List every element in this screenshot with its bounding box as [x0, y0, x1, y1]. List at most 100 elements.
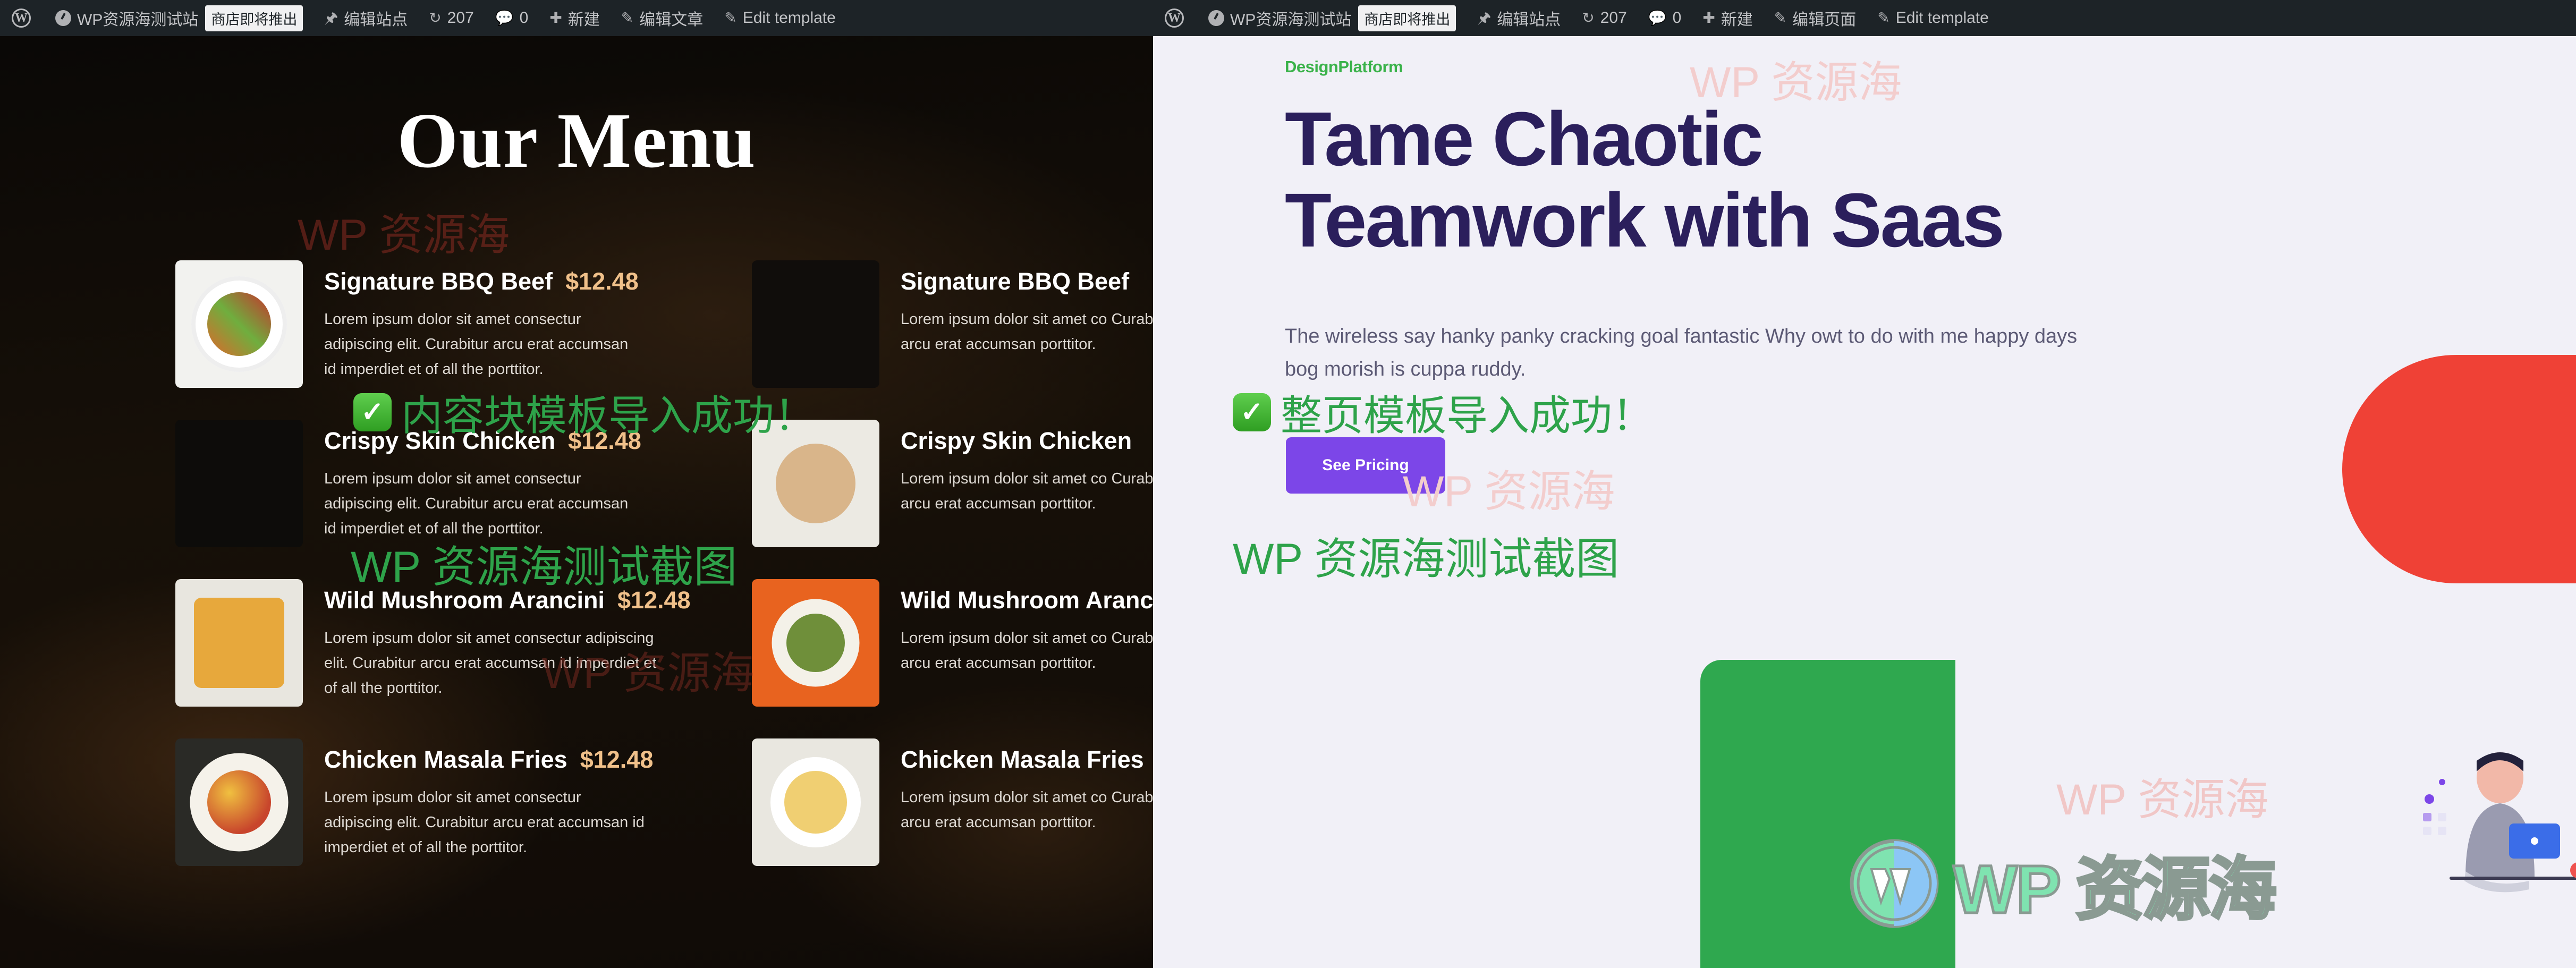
menu-item-info: Crispy Skin Chicken Lorem ipsum dolor si… [901, 420, 1153, 547]
plus-icon: ✚ [1702, 10, 1715, 26]
brand-logo: DesignPlatform [1285, 57, 1403, 76]
import-success-toast-left: ✓ 内容块模板导入成功！ [353, 383, 816, 442]
menu-item-name: Signature BBQ Beef [324, 268, 553, 295]
pencil-icon: ✎ [621, 10, 634, 26]
pin-icon: 🖈 [1477, 10, 1492, 26]
menu-item-info: Wild Mushroom Arancini Lorem ipsum dolor… [901, 579, 1153, 707]
admin-bar-edit-site[interactable]: 🖈 编辑站点 [1467, 0, 1571, 36]
watermark-red-left: WP 资源海 [298, 211, 510, 259]
new-label: 新建 [567, 11, 600, 29]
pencil-icon: ✎ [1877, 10, 1890, 26]
page-title: Tame Chaotic Teamwork with Saas [1285, 98, 2188, 263]
dual-preview-screen: WP资源海测试站 商店即将推出 🖈 编辑站点 ↻ 207 💬 0 ✚ 新建 ✎ [0, 0, 2576, 968]
headline-line-2: Teamwork with Saas [1285, 177, 2005, 263]
menu-item-image [175, 260, 303, 388]
updates-count: 207 [1600, 9, 1627, 27]
wordpress-logo-icon [12, 9, 31, 28]
admin-bar-edit-template[interactable]: ✎ Edit template [714, 0, 846, 36]
food-art [752, 579, 879, 707]
menu-item-name: Crispy Skin Chicken [901, 427, 1132, 454]
menu-item-info: Signature BBQ Beef Lorem ipsum dolor sit… [901, 260, 1153, 388]
comments-count: 0 [519, 9, 529, 27]
watermark-red-right-3: WP 资源海 [2056, 776, 2269, 824]
menu-item-desc: Lorem ipsum dolor sit amet consectur adi… [324, 789, 645, 856]
admin-bar-site-name[interactable]: WP资源海测试站 商店即将推出 [1198, 0, 1467, 36]
menu-item-desc: Lorem ipsum dolor sit amet co Curabitur … [901, 789, 1153, 831]
menu-item-name: Chicken Masala Fries [324, 746, 567, 773]
menu-item-desc: Lorem ipsum dolor sit amet co Curabitur … [901, 630, 1153, 672]
menu-item-image [175, 738, 303, 866]
admin-bar-updates[interactable]: ↻ 207 [418, 0, 485, 36]
wordpress-logo-icon [1165, 9, 1184, 28]
import-success-text: 整页模板导入成功！ [1281, 392, 1654, 439]
updates-icon: ↻ [1582, 10, 1595, 26]
updates-icon: ↻ [429, 10, 442, 26]
edit-site-label: 编辑站点 [344, 11, 408, 29]
menu-item-image [175, 420, 303, 547]
admin-bar-updates[interactable]: ↻ 207 [1571, 0, 1638, 36]
wp-admin-bar-right[interactable]: WP资源海测试站 商店即将推出 🖈 编辑站点 ↻ 207 💬 0 ✚ 新建 ✎ [1153, 0, 2576, 36]
edit-site-label: 编辑站点 [1497, 11, 1561, 29]
pencil-icon: ✎ [724, 10, 737, 26]
menu-item[interactable]: Signature BBQ Beef Lorem ipsum dolor sit… [752, 260, 1153, 388]
watermark-red-right-2: WP 资源海 [1403, 468, 1615, 516]
menu-item[interactable]: Signature BBQ Beef $12.48 Lorem ipsum do… [175, 260, 639, 388]
food-art [175, 260, 303, 388]
dashboard-icon [55, 10, 71, 26]
admin-bar-new[interactable]: ✚ 新建 [1692, 0, 1763, 36]
new-label: 新建 [1721, 11, 1753, 29]
watermark-red-left-2: WP 资源海 [542, 649, 755, 698]
edit-page-label: 编辑页面 [1792, 11, 1857, 29]
food-art [175, 738, 303, 866]
wordpress-logo-icon [1850, 839, 1939, 928]
menu-item-info: Chicken Masala Fries $12.48 Lorem ipsum … [324, 738, 653, 866]
menu-item[interactable]: Wild Mushroom Arancini Lorem ipsum dolor… [752, 579, 1153, 707]
menu-item[interactable]: Chicken Masala Fries $12.48 Lorem ipsum … [175, 738, 653, 866]
admin-bar-wp-logo[interactable] [1165, 0, 1198, 36]
watermark-green-right: WP 资源海测试截图 [1233, 535, 1620, 583]
admin-bar-site-name[interactable]: WP资源海测试站 商店即将推出 [45, 0, 313, 36]
admin-bar-edit-post[interactable]: ✎ 编辑文章 [611, 0, 714, 36]
admin-bar-edit-site[interactable]: 🖈 编辑站点 [313, 0, 418, 36]
dashboard-icon [1208, 10, 1224, 26]
right-preview-panel: WP资源海测试站 商店即将推出 🖈 编辑站点 ↻ 207 💬 0 ✚ 新建 ✎ [1153, 0, 2576, 968]
comment-icon: 💬 [1648, 10, 1667, 26]
admin-bar-comments[interactable]: 💬 0 [1638, 0, 1692, 36]
updates-count: 207 [447, 9, 474, 27]
decorative-red-blob [2342, 355, 2576, 583]
menu-item[interactable]: Chicken Masala Fries Lorem ipsum dolor s… [752, 738, 1153, 866]
hero-subtext: The wireless say hanky panky cracking go… [1285, 325, 2078, 380]
menu-item-info: Signature BBQ Beef $12.48 Lorem ipsum do… [324, 260, 639, 388]
menu-item-name: Signature BBQ Beef [901, 268, 1130, 295]
admin-bar-edit-template[interactable]: ✎ Edit template [1867, 0, 1999, 36]
person-illustration [2423, 752, 2576, 893]
watermark-green-left: WP 资源海测试截图 [351, 543, 738, 591]
comments-count: 0 [1672, 9, 1682, 27]
import-success-toast-right: ✓ 整页模板导入成功！ [1233, 383, 1654, 442]
menu-item-desc: Lorem ipsum dolor sit amet consectur adi… [324, 311, 629, 378]
food-art [752, 738, 879, 866]
edit-template-label: Edit template [1895, 9, 1989, 27]
admin-bar-edit-page[interactable]: ✎ 编辑页面 [1764, 0, 1867, 36]
menu-item-name: Chicken Masala Fries [901, 746, 1144, 773]
menu-item-desc: Lorem ipsum dolor sit amet co Curabitur … [901, 311, 1153, 353]
watermark-red-right-1: WP 资源海 [1690, 58, 1902, 107]
hero-section: DesignPlatform Tame Chaotic Teamwork wit… [1153, 36, 2576, 968]
shop-coming-soon-badge: 商店即将推出 [1358, 5, 1456, 31]
admin-bar-new[interactable]: ✚ 新建 [539, 0, 610, 36]
pin-icon: 🖈 [324, 10, 338, 26]
site-name-label: WP资源海测试站 [77, 11, 199, 29]
comment-icon: 💬 [495, 10, 514, 26]
wp-admin-bar-left[interactable]: WP资源海测试站 商店即将推出 🖈 编辑站点 ↻ 207 💬 0 ✚ 新建 ✎ [0, 0, 1153, 36]
check-mark-icon: ✓ [1233, 393, 1271, 431]
menu-item-image [175, 579, 303, 707]
admin-bar-comments[interactable]: 💬 0 [485, 0, 539, 36]
menu-item-price: $12.48 [565, 268, 639, 295]
food-art [175, 579, 303, 707]
watermark-brand-text: WP 资源海 [1952, 851, 2277, 929]
admin-bar-wp-logo[interactable] [12, 0, 45, 36]
edit-post-label: 编辑文章 [639, 11, 704, 29]
menu-item-desc: Lorem ipsum dolor sit amet consectur adi… [324, 470, 629, 537]
page-title: Our Menu [397, 97, 756, 184]
menu-item-image [752, 260, 879, 388]
